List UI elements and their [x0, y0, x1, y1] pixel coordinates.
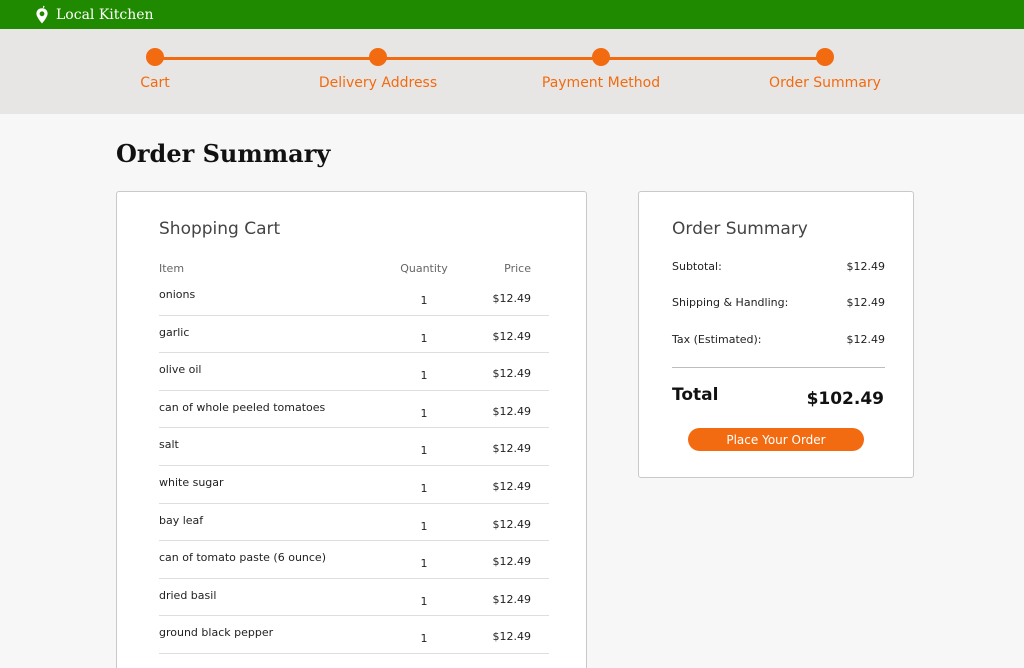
step-label: Cart: [140, 75, 170, 91]
order-summary-title: Order Summary: [672, 219, 808, 239]
table-row: white sugar 1 $12.49: [159, 466, 549, 504]
item-price: $12.49: [492, 630, 532, 644]
step-delivery-address[interactable]: Delivery Address: [298, 48, 458, 91]
item-name: dried basil: [159, 588, 217, 602]
item-price: $12.49: [492, 292, 532, 305]
page-title: Order Summary: [116, 139, 331, 168]
subtotal-value: $12.49: [846, 260, 886, 273]
place-order-button[interactable]: Place Your Order: [688, 428, 864, 451]
shopping-cart-title: Shopping Cart: [159, 219, 281, 239]
header-quantity: Quantity: [400, 262, 448, 275]
tax-value: $12.49: [846, 333, 886, 346]
total-value: $102.49: [806, 389, 884, 409]
item-quantity: 1: [420, 294, 428, 307]
step-dot: [816, 48, 834, 66]
table-row: bay leaf 1 $12.49: [159, 504, 549, 542]
step-label: Order Summary: [769, 75, 881, 91]
item-quantity: 1: [420, 369, 428, 383]
step-dot: [592, 48, 610, 66]
top-bar: Local Kitchen: [0, 0, 1024, 29]
header-item: Item: [159, 262, 185, 275]
table-row: onions 1 $12.49: [159, 278, 549, 316]
item-quantity: 1: [420, 481, 428, 495]
tax-label: Tax (Estimated):: [672, 333, 762, 346]
step-label: Delivery Address: [318, 75, 438, 91]
brand-logo[interactable]: Local Kitchen: [34, 0, 154, 29]
summary-divider: [672, 367, 885, 368]
table-row: garlic 1 $12.49: [159, 316, 549, 354]
order-summary-card: Order Summary Subtotal: $12.49 Shipping …: [638, 191, 914, 478]
item-quantity: 1: [420, 632, 428, 646]
item-price: $12.49: [492, 592, 532, 606]
table-row: ground black pepper 1 $12.49: [159, 616, 549, 654]
item-price: $12.49: [492, 517, 532, 531]
map-pin-icon: [36, 5, 48, 23]
subtotal-row: Subtotal: $12.49: [672, 260, 885, 273]
subtotal-label: Subtotal:: [672, 260, 722, 273]
table-row: can of tomato paste (6 ounce) 1 $12.49: [159, 541, 549, 579]
shipping-label: Shipping & Handling:: [672, 296, 789, 309]
shipping-row: Shipping & Handling: $12.49: [672, 296, 885, 309]
item-name: onions: [159, 288, 196, 301]
header-price: Price: [504, 262, 531, 275]
item-quantity: 1: [420, 331, 428, 345]
shipping-value: $12.49: [846, 296, 886, 309]
item-quantity: 1: [420, 444, 428, 458]
brand-name: Local Kitchen: [56, 6, 154, 23]
table-row: olive oil 1 $12.49: [159, 353, 549, 391]
item-name: white sugar: [159, 475, 224, 489]
item-name: garlic: [159, 325, 190, 339]
cart-rows: onions 1 $12.49 garlic 1 $12.49 olive oi…: [159, 278, 549, 654]
tax-row: Tax (Estimated): $12.49: [672, 333, 885, 346]
table-row: salt 1 $12.49: [159, 428, 549, 466]
item-quantity: 1: [420, 519, 428, 533]
item-quantity: 1: [420, 406, 428, 420]
item-name: can of tomato paste (6 ounce): [159, 551, 326, 565]
item-price: $12.49: [492, 329, 532, 343]
item-name: bay leaf: [159, 513, 204, 527]
item-price: $12.49: [492, 442, 532, 456]
total-label: Total: [672, 385, 719, 405]
item-price: $12.49: [492, 479, 532, 493]
item-price: $12.49: [492, 404, 532, 418]
shopping-cart-card: Shopping Cart Item Quantity Price onions…: [116, 191, 587, 668]
item-quantity: 1: [420, 557, 428, 571]
step-cart[interactable]: Cart: [75, 48, 235, 91]
stepper-line: [155, 57, 825, 60]
checkout-stepper: Cart Delivery Address Payment Method Ord…: [0, 29, 1024, 114]
item-price: $12.49: [492, 555, 532, 569]
item-name: olive oil: [159, 363, 202, 377]
table-row: can of whole peeled tomatoes 1 $12.49: [159, 391, 549, 429]
cart-table-header: Item Quantity Price: [159, 262, 549, 278]
item-price: $12.49: [492, 367, 532, 381]
item-name: ground black pepper: [159, 626, 274, 640]
step-order-summary[interactable]: Order Summary: [745, 48, 905, 91]
step-payment-method[interactable]: Payment Method: [521, 48, 681, 91]
item-quantity: 1: [420, 594, 428, 608]
step-dot: [369, 48, 387, 66]
table-row: dried basil 1 $12.49: [159, 579, 549, 617]
item-name: can of whole peeled tomatoes: [159, 400, 326, 414]
item-name: salt: [159, 438, 179, 452]
step-dot: [146, 48, 164, 66]
step-label: Payment Method: [541, 75, 661, 91]
